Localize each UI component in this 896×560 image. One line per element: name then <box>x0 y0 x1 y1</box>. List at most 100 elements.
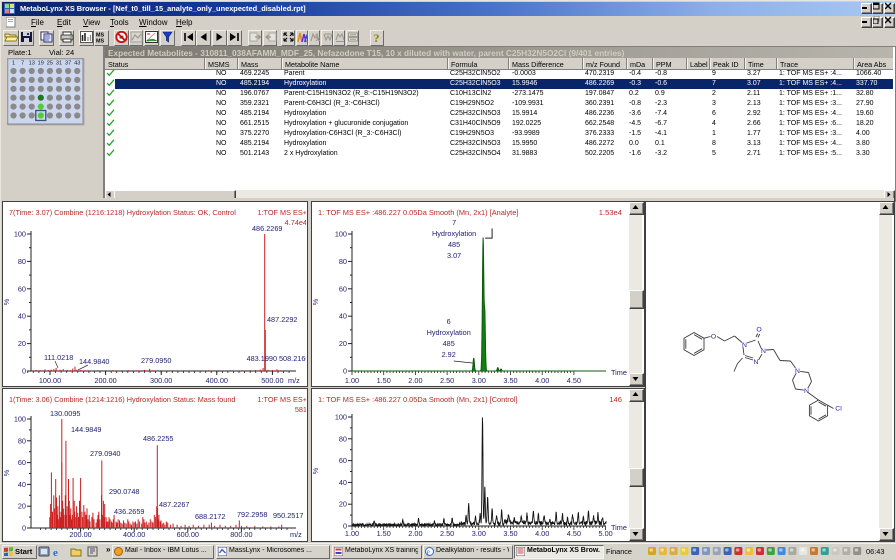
svg-text:400.00: 400.00 <box>123 530 145 539</box>
svg-text:279.0950: 279.0950 <box>141 356 171 365</box>
svg-text:Time: Time <box>611 368 627 377</box>
svg-text:N: N <box>804 388 809 395</box>
svg-text:0: 0 <box>22 524 26 533</box>
svg-text:80: 80 <box>18 436 26 445</box>
svg-text:%: % <box>312 298 320 305</box>
svg-text:1: 1 <box>12 61 15 67</box>
svg-text:Cl: Cl <box>835 406 842 413</box>
svg-text:200.00: 200.00 <box>94 376 116 384</box>
svg-text:e: e <box>53 547 58 558</box>
svg-text:25: 25 <box>47 61 53 67</box>
svg-text:500.00: 500.00 <box>261 376 283 384</box>
svg-text:40: 40 <box>339 312 347 321</box>
svg-text:581: 581 <box>295 405 306 414</box>
svg-text:40: 40 <box>18 312 26 321</box>
svg-text:13: 13 <box>29 61 35 67</box>
svg-text:4.50: 4.50 <box>567 529 581 538</box>
svg-text:4.00: 4.00 <box>535 529 549 538</box>
svg-text:?: ? <box>374 31 380 43</box>
svg-text:688.2172: 688.2172 <box>195 512 225 521</box>
svg-text:19: 19 <box>38 61 44 67</box>
svg-text:40: 40 <box>18 480 26 489</box>
svg-text:3.07: 3.07 <box>447 251 461 260</box>
svg-text:2.00: 2.00 <box>408 529 422 538</box>
svg-text:3.00: 3.00 <box>472 529 486 538</box>
svg-text:3.50: 3.50 <box>503 376 517 384</box>
svg-text:Time: Time <box>611 523 627 532</box>
svg-text:950.2517: 950.2517 <box>273 511 303 520</box>
svg-text:100.00: 100.00 <box>39 376 61 384</box>
svg-text:2.50: 2.50 <box>440 376 454 384</box>
svg-text:486.2269: 486.2269 <box>252 224 282 233</box>
svg-text:2.50: 2.50 <box>440 529 454 538</box>
svg-text:4.74e4: 4.74e4 <box>285 218 306 227</box>
svg-text:1.00: 1.00 <box>345 529 359 538</box>
svg-text:m/z: m/z <box>290 530 302 539</box>
svg-text:80: 80 <box>339 257 347 266</box>
svg-text:20: 20 <box>339 339 347 348</box>
svg-text:7: 7 <box>452 218 456 227</box>
svg-text:1(Time: 3.06) Combine (1214:12: 1(Time: 3.06) Combine (1214:1216) Hydrox… <box>9 395 235 404</box>
svg-text:2.92: 2.92 <box>442 350 456 359</box>
svg-text:144.9849: 144.9849 <box>71 425 101 434</box>
svg-text:60: 60 <box>339 284 347 293</box>
svg-text:%: % <box>3 298 11 305</box>
svg-text:100: 100 <box>335 413 347 422</box>
svg-text:MS: MS <box>96 38 104 43</box>
svg-text:800.00: 800.00 <box>230 530 252 539</box>
svg-text:60: 60 <box>339 456 347 465</box>
svg-text:485: 485 <box>443 339 455 348</box>
svg-text:279.0940: 279.0940 <box>90 449 120 458</box>
svg-text:1:TOF MS ES+: 1:TOF MS ES+ <box>257 208 306 217</box>
svg-text:N: N <box>754 359 759 366</box>
svg-text:483.1990: 483.1990 <box>247 354 277 363</box>
svg-text:Hydroxylation: Hydroxylation <box>432 229 476 238</box>
svg-text:1: TOF MS ES+ :486.227 0.05Da: 1: TOF MS ES+ :486.227 0.05Da Smooth (Mn… <box>318 208 518 217</box>
svg-text:146: 146 <box>609 395 622 404</box>
svg-text:508.2166: 508.2166 <box>279 354 306 363</box>
svg-text:1.50: 1.50 <box>377 529 391 538</box>
svg-text:m/z: m/z <box>288 376 300 384</box>
svg-text:40: 40 <box>339 478 347 487</box>
svg-text:O: O <box>756 327 761 334</box>
svg-text:7: 7 <box>21 61 24 67</box>
svg-text:400.00: 400.00 <box>206 376 228 384</box>
svg-text:487.2267: 487.2267 <box>159 500 189 509</box>
svg-text:20: 20 <box>18 502 26 511</box>
svg-text:792.2958: 792.2958 <box>237 510 267 519</box>
svg-text:436.2659: 436.2659 <box>114 507 144 516</box>
svg-text:31: 31 <box>56 61 62 67</box>
svg-text:43: 43 <box>74 61 80 67</box>
svg-text:4.00: 4.00 <box>535 376 549 384</box>
svg-text:4.50: 4.50 <box>567 376 581 384</box>
svg-text:60: 60 <box>18 458 26 467</box>
svg-text:200.00: 200.00 <box>69 530 91 539</box>
svg-text:111.0218: 111.0218 <box>44 353 73 362</box>
svg-text:1.50: 1.50 <box>377 376 391 384</box>
svg-text:80: 80 <box>339 434 347 443</box>
svg-text:6: 6 <box>447 317 451 326</box>
svg-text:100: 100 <box>14 230 26 239</box>
svg-text:485: 485 <box>448 240 460 249</box>
svg-text:100: 100 <box>335 230 347 239</box>
svg-text:3.00: 3.00 <box>472 376 486 384</box>
svg-text:e: e <box>427 548 431 557</box>
svg-text:Hydroxylation: Hydroxylation <box>427 328 471 337</box>
svg-text:%: % <box>312 467 320 474</box>
svg-text:80: 80 <box>18 257 26 266</box>
svg-text:60: 60 <box>18 284 26 293</box>
svg-text:144.9840: 144.9840 <box>79 357 109 366</box>
svg-text:1: TOF MS ES+ :486.227 0.05Da: 1: TOF MS ES+ :486.227 0.05Da Smooth (Mn… <box>318 395 518 404</box>
svg-text:486.2255: 486.2255 <box>143 434 173 443</box>
svg-text:100: 100 <box>14 415 26 424</box>
svg-text:487.2292: 487.2292 <box>267 315 297 324</box>
svg-text:130.0095: 130.0095 <box>50 409 80 418</box>
svg-text:0: 0 <box>343 367 347 376</box>
svg-text:1.53e4: 1.53e4 <box>599 208 622 217</box>
svg-text:0: 0 <box>22 367 26 376</box>
svg-text:%: % <box>3 469 11 476</box>
svg-text:600.00: 600.00 <box>177 530 199 539</box>
svg-text:1.00: 1.00 <box>345 376 359 384</box>
svg-text:O: O <box>711 334 716 341</box>
svg-text:2.00: 2.00 <box>408 376 422 384</box>
